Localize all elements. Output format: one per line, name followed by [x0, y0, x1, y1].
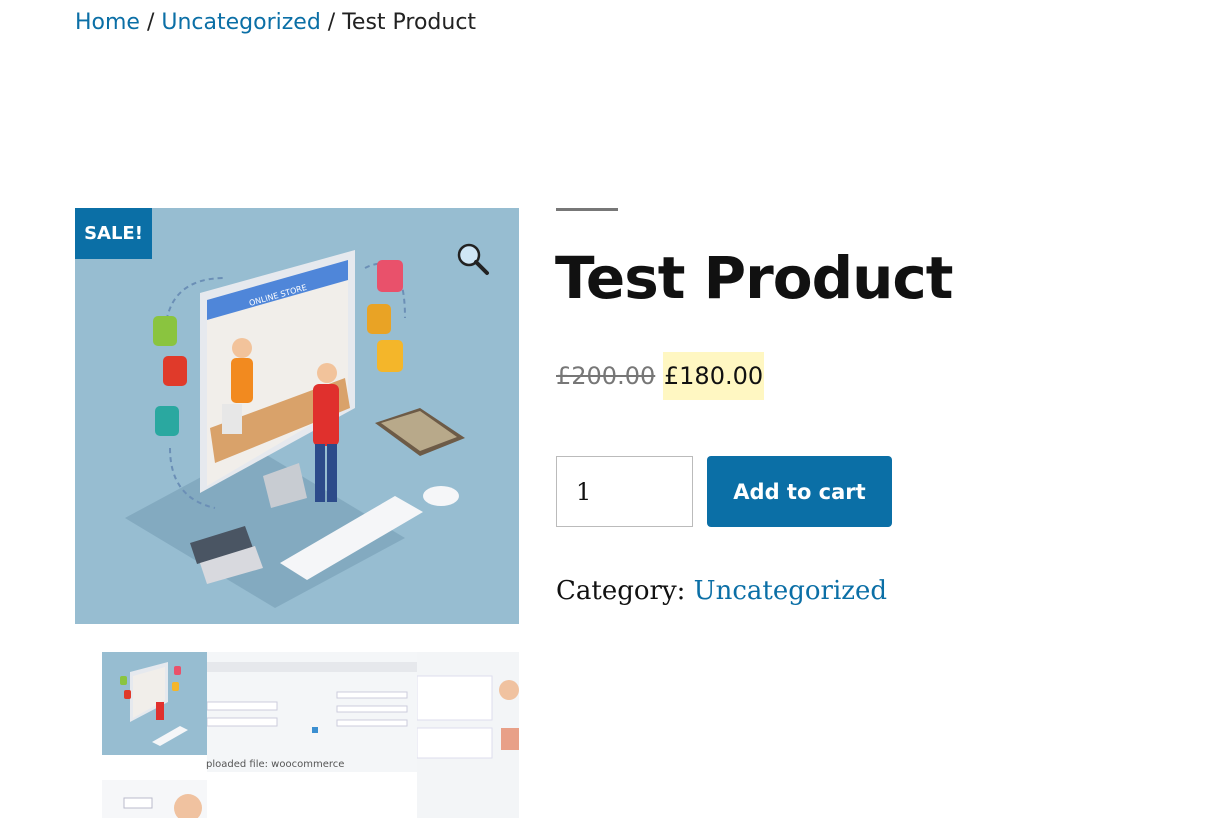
thumbnail-illustration — [120, 662, 188, 746]
breadcrumb-separator: / — [139, 10, 162, 35]
product-category: Category: Uncategorized — [556, 574, 887, 608]
plugin-screenshot — [417, 675, 519, 759]
thumbnail-screenshot — [123, 794, 202, 818]
regular-price: £200.00 — [556, 362, 656, 390]
admin-screenshot — [207, 662, 417, 818]
gallery-thumbnail[interactable] — [207, 652, 417, 818]
gallery-thumbnails: ploaded file: woocommerce — [102, 652, 519, 818]
magnifier-icon — [457, 243, 489, 275]
thumbnail-caption: ploaded file: woocommerce — [206, 759, 345, 770]
product-title: Test Product — [555, 244, 954, 312]
gallery-thumbnail[interactable] — [102, 652, 207, 755]
add-to-cart-button[interactable]: Add to cart — [707, 456, 892, 527]
breadcrumb-current: Test Product — [342, 10, 477, 35]
gallery-thumbnail[interactable] — [102, 780, 207, 818]
breadcrumb-separator: / — [320, 10, 343, 35]
quantity-input[interactable] — [556, 456, 693, 527]
breadcrumb: Home / Uncategorized / Test Product — [75, 8, 476, 38]
breadcrumb-category-link[interactable]: Uncategorized — [161, 10, 320, 35]
online-store-illustration: ONLINE STORE — [125, 250, 465, 608]
category-label: Category: — [556, 576, 686, 606]
product-price: £200.00 £180.00 — [556, 352, 765, 400]
sale-price: £180.00 — [662, 352, 765, 400]
category-link[interactable]: Uncategorized — [694, 576, 887, 606]
title-divider — [556, 208, 618, 211]
breadcrumb-home-link[interactable]: Home — [75, 10, 140, 35]
image-zoom-trigger[interactable] — [455, 241, 491, 277]
product-main-image[interactable]: ONLINE STORE — [75, 208, 519, 624]
sale-badge: SALE! — [75, 208, 152, 259]
gallery-thumbnail[interactable] — [417, 652, 519, 818]
